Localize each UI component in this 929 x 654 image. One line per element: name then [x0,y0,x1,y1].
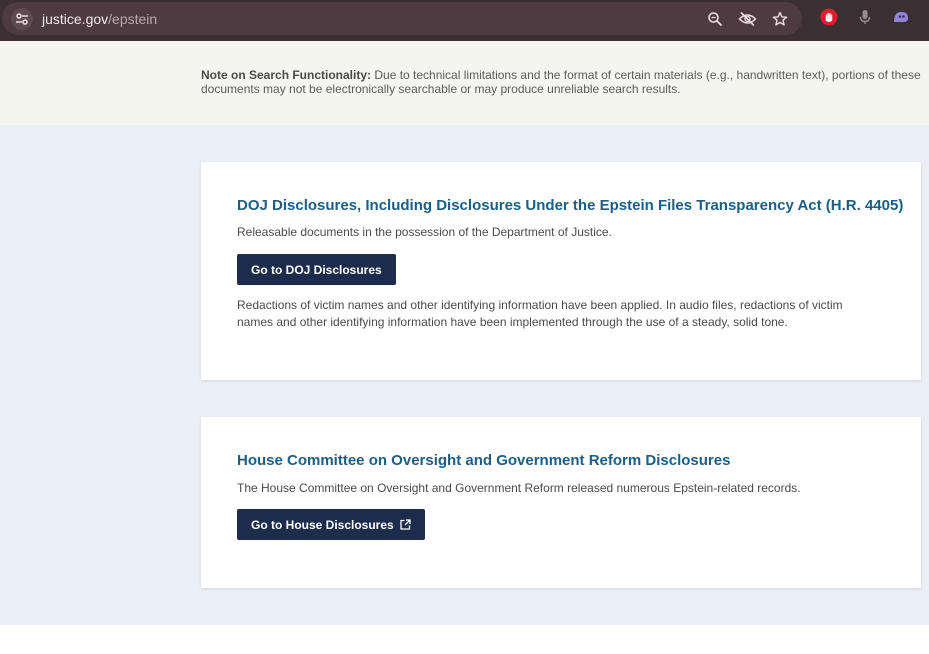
url-path: /epstein [108,11,158,27]
disclosures-area: DOJ Disclosures, Including Disclosures U… [0,125,929,625]
microphone-icon[interactable] [856,8,874,26]
search-note: Note on Search Functionality: Due to tec… [201,68,921,96]
red-hand-extension-icon[interactable] [820,8,838,26]
external-link-icon [400,519,411,530]
star-icon[interactable] [772,11,788,27]
doj-disclosures-title: DOJ Disclosures, Including Disclosures U… [237,197,904,214]
doj-disclosures-card: DOJ Disclosures, Including Disclosures U… [201,162,921,380]
go-to-house-disclosures-label: Go to House Disclosures [251,517,394,532]
house-disclosures-title: House Committee on Oversight and Governm… [237,452,731,469]
purple-extension-icon[interactable] [892,8,910,26]
go-to-doj-disclosures-button[interactable]: Go to DOJ Disclosures [237,254,396,285]
redactions-note: Redactions of victim names and other ide… [237,298,843,329]
url-text[interactable]: justice.gov/epstein [42,11,157,27]
search-note-band: Note on Search Functionality: Due to tec… [0,41,929,125]
doj-disclosures-description: Releasable documents in the possession o… [237,225,612,239]
go-to-doj-disclosures-label: Go to DOJ Disclosures [251,262,382,277]
address-bar[interactable]: justice.gov/epstein [2,2,802,35]
tune-icon [16,13,28,25]
browser-toolbar: justice.gov/epstein [0,0,929,41]
house-disclosures-card: House Committee on Oversight and Governm… [201,417,921,588]
house-disclosures-description: The House Committee on Oversight and Gov… [237,481,801,495]
site-info-button[interactable] [11,8,33,30]
search-note-label: Note on Search Functionality: [201,68,372,82]
url-domain: justice.gov [42,11,109,27]
zoom-icon[interactable] [707,11,723,27]
eye-off-icon[interactable] [738,11,757,27]
go-to-house-disclosures-button[interactable]: Go to House Disclosures [237,509,425,540]
